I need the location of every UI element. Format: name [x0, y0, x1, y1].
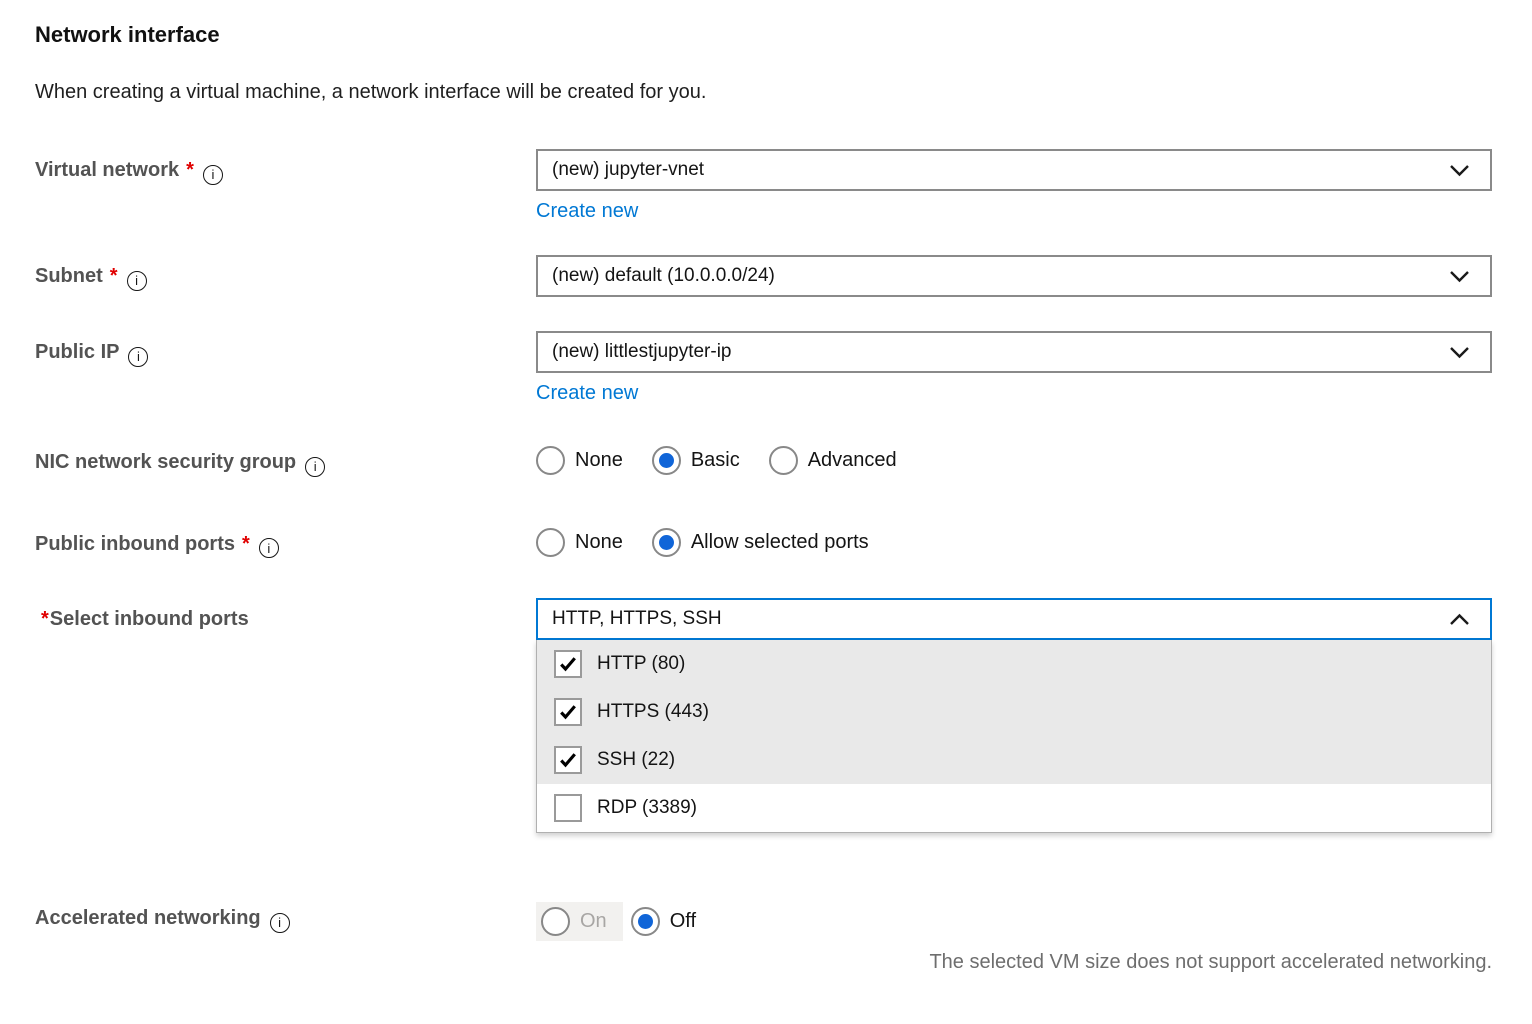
- radio-option-label: On: [580, 910, 607, 933]
- virtual-network-select[interactable]: (new) jupyter-vnet: [536, 149, 1492, 191]
- network-interface-section: Network interface When creating a virtua…: [0, 0, 1532, 974]
- field-row-accelerated-networking: Accelerated networking On Off The selecte…: [35, 897, 1492, 974]
- radio-option-on: On: [536, 902, 623, 941]
- create-new-vnet-link[interactable]: Create new: [536, 200, 638, 223]
- radio-option-label: Off: [670, 910, 696, 933]
- info-icon[interactable]: [305, 457, 325, 477]
- radio-unselected-icon: [541, 907, 570, 936]
- select-inbound-ports-label: *Select inbound ports: [35, 598, 536, 632]
- info-icon[interactable]: [127, 271, 147, 291]
- accelerated-networking-note: The selected VM size does not support ac…: [536, 951, 1492, 974]
- radio-selected-icon[interactable]: [652, 528, 681, 557]
- public-ip-value: (new) littlestjupyter-ip: [552, 341, 732, 363]
- radio-dot: [659, 535, 674, 550]
- port-option-label: HTTP (80): [597, 653, 685, 675]
- create-new-public-ip-link[interactable]: Create new: [536, 382, 638, 405]
- section-title: Network interface: [35, 22, 1492, 48]
- field-row-public-ip: Public IP (new) littlestjupyter-ip Creat…: [35, 331, 1492, 405]
- field-row-public-inbound-ports: Public inbound ports * None Allow selected…: [35, 523, 1492, 559]
- radio-option-label: None: [575, 449, 623, 472]
- radio-option-advanced[interactable]: Advanced: [769, 446, 897, 475]
- info-icon[interactable]: [259, 538, 279, 558]
- inbound-ports-dropdown-panel: HTTP (80) HTTPS (443) SSH (22) RDP (3389): [536, 640, 1492, 833]
- checkbox-unchecked-icon[interactable]: [554, 794, 582, 822]
- select-inbound-ports-value: HTTP, HTTPS, SSH: [552, 608, 722, 630]
- label-text: Public inbound ports: [35, 533, 235, 555]
- radio-unselected-icon[interactable]: [536, 528, 565, 557]
- radio-option-label: None: [575, 531, 623, 554]
- port-option-ssh-22[interactable]: SSH (22): [537, 736, 1491, 784]
- radio-option-label: Basic: [691, 449, 740, 472]
- info-icon[interactable]: [203, 165, 223, 185]
- chevron-down-icon: [1449, 346, 1470, 359]
- radio-dot: [638, 914, 653, 929]
- port-option-http-80[interactable]: HTTP (80): [537, 640, 1491, 688]
- virtual-network-label: Virtual network *: [35, 149, 536, 185]
- checkbox-checked-icon[interactable]: [554, 746, 582, 774]
- field-row-select-inbound-ports: *Select inbound ports HTTP, HTTPS, SSH H…: [35, 598, 1492, 833]
- public-ip-select[interactable]: (new) littlestjupyter-ip: [536, 331, 1492, 373]
- label-text: Public IP: [35, 341, 119, 363]
- radio-unselected-icon[interactable]: [536, 446, 565, 475]
- field-row-virtual-network: Virtual network * (new) jupyter-vnet Crea…: [35, 149, 1492, 223]
- port-option-rdp-3389[interactable]: RDP (3389): [537, 784, 1491, 832]
- subnet-label: Subnet *: [35, 255, 536, 291]
- required-asterisk: *: [186, 159, 194, 181]
- label-text: NIC network security group: [35, 451, 296, 473]
- radio-dot: [659, 453, 674, 468]
- radio-selected-icon[interactable]: [652, 446, 681, 475]
- info-icon[interactable]: [128, 347, 148, 367]
- checkbox-checked-icon[interactable]: [554, 698, 582, 726]
- chevron-down-icon: [1449, 164, 1470, 177]
- required-asterisk: *: [242, 533, 250, 555]
- radio-unselected-icon[interactable]: [769, 446, 798, 475]
- radio-option-allow-selected-ports[interactable]: Allow selected ports: [652, 528, 869, 557]
- required-asterisk: *: [41, 608, 49, 630]
- chevron-down-icon: [1449, 270, 1470, 283]
- accelerated-networking-label: Accelerated networking: [35, 897, 536, 933]
- radio-option-label: Allow selected ports: [691, 531, 869, 554]
- port-option-label: SSH (22): [597, 749, 675, 771]
- label-text: Accelerated networking: [35, 907, 261, 929]
- public-ip-label: Public IP: [35, 331, 536, 367]
- nic-nsg-radio-group: None Basic Advanced: [536, 441, 1492, 475]
- label-text: Select inbound ports: [50, 608, 249, 630]
- subnet-select[interactable]: (new) default (10.0.0.0/24): [536, 255, 1492, 297]
- required-asterisk: *: [110, 265, 118, 287]
- radio-option-none[interactable]: None: [536, 528, 623, 557]
- radio-option-off[interactable]: Off: [631, 907, 696, 936]
- subnet-value: (new) default (10.0.0.0/24): [552, 265, 775, 287]
- radio-option-none[interactable]: None: [536, 446, 623, 475]
- virtual-network-value: (new) jupyter-vnet: [552, 159, 704, 181]
- port-option-label: HTTPS (443): [597, 701, 709, 723]
- label-text: Subnet: [35, 265, 103, 287]
- label-text: Virtual network: [35, 159, 179, 181]
- field-row-subnet: Subnet * (new) default (10.0.0.0/24): [35, 255, 1492, 297]
- info-icon[interactable]: [270, 913, 290, 933]
- nic-nsg-label: NIC network security group: [35, 441, 536, 477]
- section-description: When creating a virtual machine, a netwo…: [35, 81, 1492, 104]
- select-inbound-ports-combobox[interactable]: HTTP, HTTPS, SSH: [536, 598, 1492, 640]
- checkbox-checked-icon[interactable]: [554, 650, 582, 678]
- radio-option-basic[interactable]: Basic: [652, 446, 740, 475]
- chevron-up-icon: [1449, 613, 1470, 626]
- radio-option-label: Advanced: [808, 449, 897, 472]
- field-row-nic-nsg: NIC network security group None Basic Adva…: [35, 441, 1492, 477]
- port-option-https-443[interactable]: HTTPS (443): [537, 688, 1491, 736]
- radio-selected-icon[interactable]: [631, 907, 660, 936]
- accelerated-networking-toggle-group: On Off: [536, 897, 1492, 941]
- public-inbound-ports-label: Public inbound ports *: [35, 523, 536, 559]
- port-option-label: RDP (3389): [597, 797, 697, 819]
- public-inbound-ports-radio-group: None Allow selected ports: [536, 523, 1492, 557]
